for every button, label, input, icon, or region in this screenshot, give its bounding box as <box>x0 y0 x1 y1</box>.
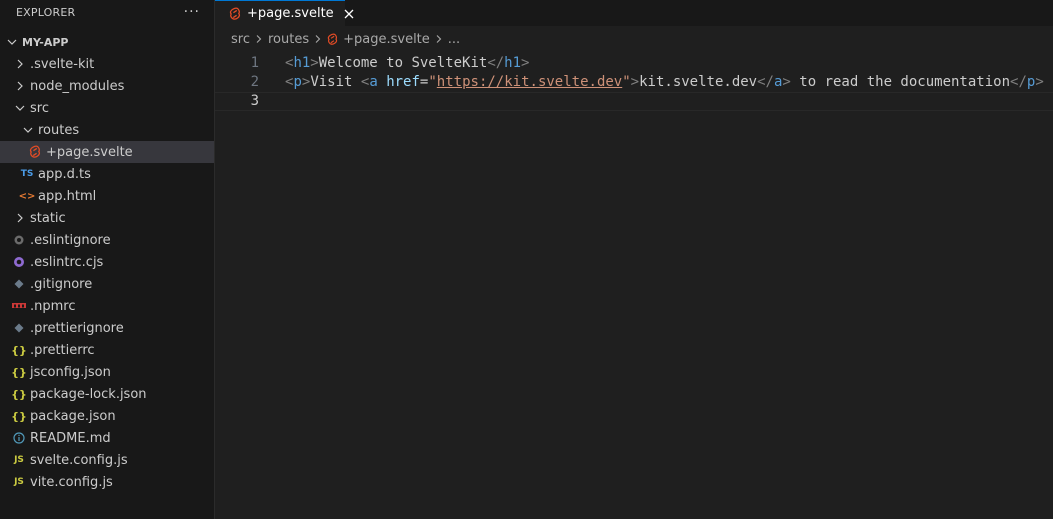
tree-item-package-lock-json-file[interactable]: {} package-lock.json <box>0 383 214 405</box>
vscode-window: EXPLORER ··· MY-APP .svelte-kit node_mod… <box>0 0 1053 519</box>
breadcrumb: src routes +page.svelte ... <box>215 26 1053 52</box>
tree-item-routes-folder[interactable]: routes <box>0 119 214 141</box>
tree-item-label: README.md <box>30 430 111 446</box>
tree-item-app-html-file[interactable]: <> app.html <box>0 185 214 207</box>
json-icon: {} <box>11 409 27 423</box>
tree-item-label: .prettierignore <box>30 320 124 336</box>
tree-item-label: vite.config.js <box>30 474 113 490</box>
close-icon[interactable] <box>344 7 354 21</box>
tree-item-label: .eslintrc.cjs <box>30 254 104 270</box>
code-line-3[interactable]: 3 <box>215 92 1053 111</box>
line-number: 2 <box>250 74 259 90</box>
tree-item-label: node_modules <box>30 78 125 94</box>
javascript-icon: JS <box>14 455 24 465</box>
javascript-icon: JS <box>14 477 24 487</box>
tree-item-label: src <box>30 100 49 116</box>
tree-item-jsconfig-json-file[interactable]: {} jsconfig.json <box>0 361 214 383</box>
breadcrumb-file[interactable]: +page.svelte <box>343 32 430 47</box>
code-line-2[interactable]: 2 <p>Visit <a href="https://kit.svelte.d… <box>215 73 1053 92</box>
tree-item-page-svelte-file[interactable]: +page.svelte <box>0 141 214 163</box>
editor-tab-page-svelte[interactable]: +page.svelte <box>215 0 354 26</box>
line-number: 1 <box>250 55 259 71</box>
tree-item-svelte-kit-folder[interactable]: .svelte-kit <box>0 53 214 75</box>
explorer-sidebar: EXPLORER ··· MY-APP .svelte-kit node_mod… <box>0 0 215 519</box>
tree-item-prettierignore-file[interactable]: .prettierignore <box>0 317 214 339</box>
tree-item-vite-config-js-file[interactable]: JS vite.config.js <box>0 471 214 493</box>
tree-item-label: static <box>30 210 66 226</box>
tree-item-app-d-ts-file[interactable]: TS app.d.ts <box>0 163 214 185</box>
chevron-down-icon <box>12 100 28 116</box>
tree-item-label: +page.svelte <box>46 144 133 160</box>
tree-item-npmrc-file[interactable]: .npmrc <box>0 295 214 317</box>
tree-item-readme-file[interactable]: README.md <box>0 427 214 449</box>
tree-item-node-modules-folder[interactable]: node_modules <box>0 75 214 97</box>
chevron-right-icon <box>12 56 28 72</box>
tree-item-label: routes <box>38 122 80 138</box>
tree-item-label: jsconfig.json <box>30 364 111 380</box>
tree-item-label: package-lock.json <box>30 386 147 402</box>
tab-label: +page.svelte <box>247 6 334 21</box>
tree-item-static-folder[interactable]: static <box>0 207 214 229</box>
tree-item-label: .svelte-kit <box>30 56 95 72</box>
tree-item-src-folder[interactable]: src <box>0 97 214 119</box>
tree-item-label: .prettierrc <box>30 342 95 358</box>
svelte-icon <box>229 6 241 21</box>
explorer-title: EXPLORER <box>16 5 76 19</box>
line-number: 3 <box>250 93 259 109</box>
json-icon: {} <box>11 387 27 401</box>
tree-item-label: .npmrc <box>30 298 76 314</box>
eslint-ignore-icon <box>12 232 26 248</box>
explorer-header: EXPLORER ··· <box>0 0 214 24</box>
more-actions-icon[interactable]: ··· <box>184 4 200 20</box>
tree-item-label: .gitignore <box>30 276 93 292</box>
svelte-icon <box>28 144 42 160</box>
code-text: <h1>Welcome to SvelteKit</h1> <box>285 55 530 71</box>
project-section-header[interactable]: MY-APP <box>0 31 214 53</box>
editor-tab-bar: +page.svelte <box>215 0 1053 26</box>
tree-item-package-json-file[interactable]: {} package.json <box>0 405 214 427</box>
tree-item-prettierrc-file[interactable]: {} .prettierrc <box>0 339 214 361</box>
chevron-right-icon <box>254 34 264 44</box>
chevron-right-icon <box>12 78 28 94</box>
prettier-ignore-icon <box>12 320 26 336</box>
chevron-down-icon <box>20 122 36 138</box>
breadcrumb-routes[interactable]: routes <box>268 32 309 47</box>
json-icon: {} <box>11 365 27 379</box>
breadcrumb-symbols[interactable]: ... <box>448 32 460 47</box>
tree-item-svelte-config-js-file[interactable]: JS svelte.config.js <box>0 449 214 471</box>
svelte-icon <box>327 32 338 46</box>
git-icon <box>12 276 26 292</box>
json-icon: {} <box>11 343 27 357</box>
code-link: https://kit.svelte.dev <box>436 74 623 90</box>
breadcrumb-src[interactable]: src <box>231 32 250 47</box>
tree-item-label: svelte.config.js <box>30 452 128 468</box>
code-editor[interactable]: 1 <h1>Welcome to SvelteKit</h1> 2 <p>Vis… <box>215 54 1053 111</box>
tree-item-gitignore-file[interactable]: .gitignore <box>0 273 214 295</box>
typescript-icon: TS <box>20 169 34 179</box>
eslint-icon <box>12 254 26 270</box>
tree-item-label: package.json <box>30 408 116 424</box>
chevron-right-icon <box>313 34 323 44</box>
editor-area: +page.svelte src routes +page.svelte ...… <box>215 0 1053 519</box>
project-name: MY-APP <box>22 35 69 49</box>
code-line-1[interactable]: 1 <h1>Welcome to SvelteKit</h1> <box>215 54 1053 73</box>
code-text: <p>Visit <a href="https://kit.svelte.dev… <box>285 74 1044 90</box>
chevron-down-icon <box>4 34 20 50</box>
tree-item-eslintrc-file[interactable]: .eslintrc.cjs <box>0 251 214 273</box>
chevron-right-icon <box>12 210 28 226</box>
tree-item-eslintignore-file[interactable]: .eslintignore <box>0 229 214 251</box>
chevron-right-icon <box>434 34 444 44</box>
html-icon: <> <box>18 190 36 202</box>
tree-item-label: app.d.ts <box>38 166 91 182</box>
tree-item-label: app.html <box>38 188 97 204</box>
tree-item-label: .eslintignore <box>30 232 111 248</box>
file-tree: .svelte-kit node_modules src routes +pag… <box>0 53 214 493</box>
npm-icon <box>12 298 26 314</box>
info-icon <box>12 430 26 446</box>
